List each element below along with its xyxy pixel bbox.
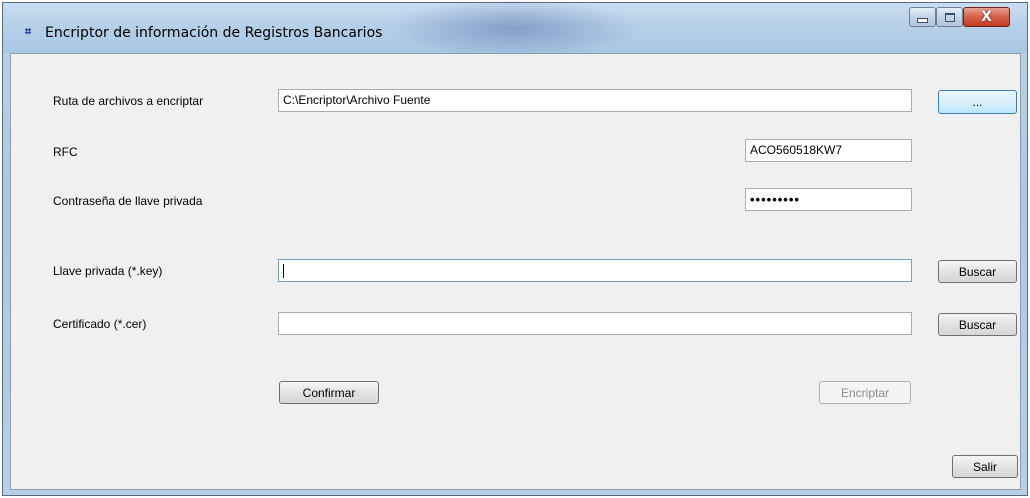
- certificado-label: Certificado (*.cer): [53, 317, 147, 331]
- title-bar[interactable]: ⌗ Encriptor de información de Registros …: [3, 0, 1027, 63]
- confirmar-button[interactable]: Confirmar: [279, 381, 379, 404]
- salir-button[interactable]: Salir: [952, 455, 1018, 478]
- llave-label: Llave privada (*.key): [53, 264, 163, 278]
- maximize-icon: [937, 8, 962, 26]
- text-caret: [283, 263, 284, 278]
- close-icon: X: [981, 9, 992, 25]
- certificado-browse-button[interactable]: Buscar: [938, 313, 1017, 336]
- minimize-icon: [910, 8, 935, 26]
- app-icon: ⌗: [25, 25, 32, 38]
- encriptar-button[interactable]: Encriptar: [819, 381, 911, 404]
- close-button[interactable]: X: [963, 7, 1010, 27]
- ruta-input[interactable]: C:\Encriptor\Archivo Fuente: [278, 89, 912, 112]
- password-input[interactable]: •••••••••: [745, 188, 912, 211]
- rfc-input[interactable]: ACO560518KW7: [745, 139, 912, 162]
- form-panel: Ruta de archivos a encriptar C:\Encripto…: [10, 53, 1021, 490]
- rfc-label: RFC: [53, 145, 78, 159]
- window-title: Encriptor de información de Registros Ba…: [45, 25, 383, 41]
- password-label: Contraseña de llave privada: [53, 194, 203, 208]
- app-window: ⌗ Encriptor de información de Registros …: [2, 0, 1028, 496]
- minimize-button[interactable]: [909, 7, 936, 27]
- ruta-label: Ruta de archivos a encriptar: [53, 94, 204, 108]
- llave-input[interactable]: [278, 259, 912, 282]
- certificado-input[interactable]: [278, 312, 912, 335]
- maximize-button[interactable]: [936, 7, 963, 27]
- llave-browse-button[interactable]: Buscar: [938, 260, 1017, 283]
- ruta-browse-button[interactable]: ...: [938, 90, 1017, 114]
